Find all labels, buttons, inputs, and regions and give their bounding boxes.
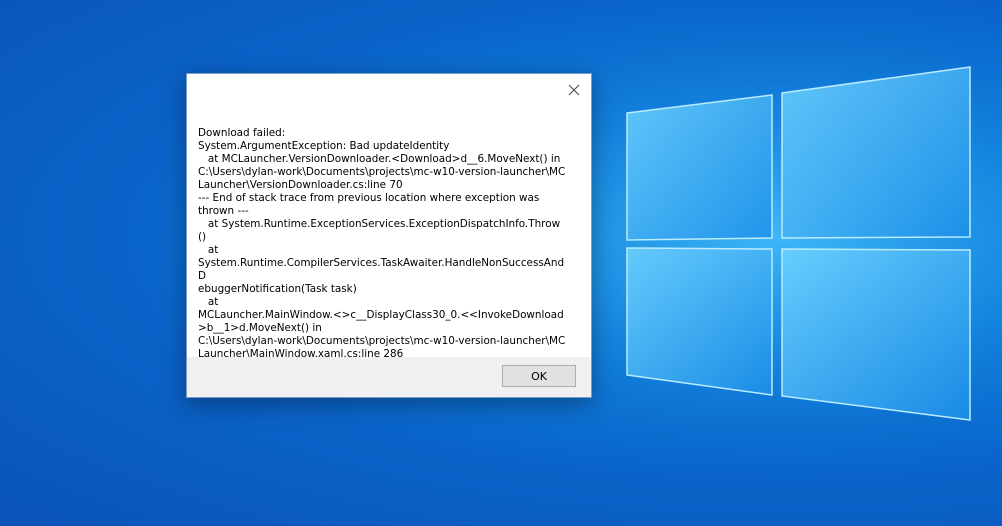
message-line: thrown --- xyxy=(198,205,249,217)
message-line: C:\Users\dylan-work\Documents\projects\m… xyxy=(198,335,566,347)
message-line: Download failed: xyxy=(198,127,286,139)
message-line: at xyxy=(198,296,219,308)
dialog-footer: OK xyxy=(187,357,591,397)
message-line: Launcher\VersionDownloader.cs:line 70 xyxy=(198,179,403,191)
message-line: --- End of stack trace from previous loc… xyxy=(198,192,540,204)
message-line: C:\Users\dylan-work\Documents\projects\m… xyxy=(198,166,566,178)
ok-button[interactable]: OK xyxy=(502,365,576,387)
close-button[interactable] xyxy=(563,80,585,100)
message-line: at xyxy=(198,244,219,256)
message-line: >b__1>d.MoveNext() in xyxy=(198,322,322,334)
error-dialog: Download failed: System.ArgumentException… xyxy=(186,73,592,398)
message-line: System.Runtime.CompilerServices.TaskAwai… xyxy=(198,257,565,282)
message-line: ebuggerNotification(Task task) xyxy=(198,283,357,295)
message-line: Launcher\MainWindow.xaml.cs:line 286 xyxy=(198,348,404,357)
message-line: at MCLauncher.VersionDownloader.<Downloa… xyxy=(198,153,561,165)
close-icon xyxy=(568,84,580,96)
message-line: MCLauncher.MainWindow.<>c__DisplayClass3… xyxy=(198,309,564,321)
message-line: System.ArgumentException: Bad updateIden… xyxy=(198,140,450,152)
error-message: Download failed: System.ArgumentException… xyxy=(198,127,568,357)
message-line: at System.Runtime.ExceptionServices.Exce… xyxy=(198,218,561,243)
